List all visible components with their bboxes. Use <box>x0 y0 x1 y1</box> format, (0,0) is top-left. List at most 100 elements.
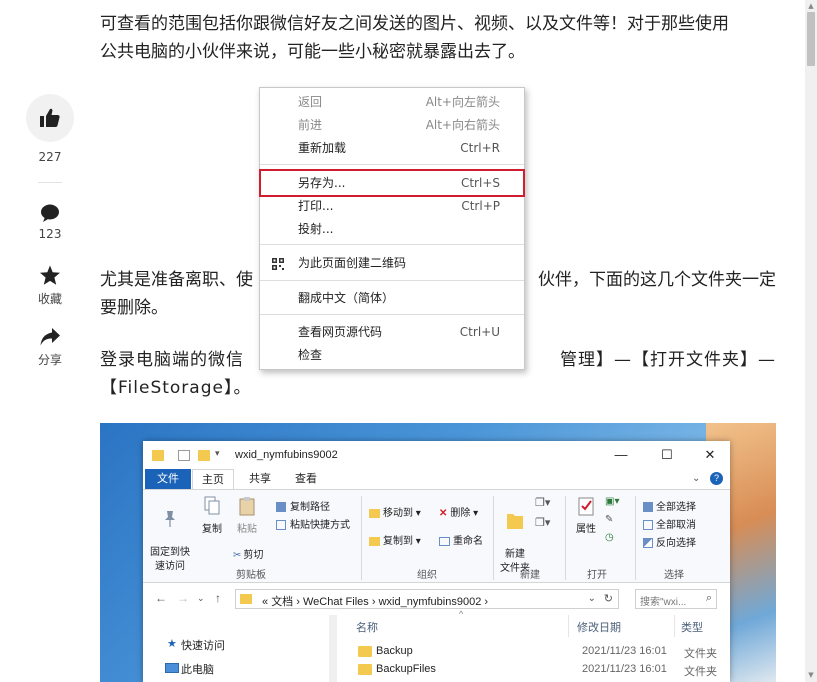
column-divider <box>568 615 569 637</box>
menu-item-reload[interactable]: 重新加载 Ctrl+R <box>260 137 524 160</box>
menu-item-save-as[interactable]: 另存为... Ctrl+S <box>259 169 525 197</box>
cut-button[interactable]: ✂ 剪切 <box>233 546 263 561</box>
select-none-label: 全部取消 <box>656 520 696 531</box>
file-row[interactable]: Backup 2021/11/23 16:01 文件夹 <box>346 643 730 661</box>
menu-separator <box>260 280 524 281</box>
nav-this-pc[interactable]: 此电脑 <box>181 661 214 677</box>
history-icon[interactable]: ◷ <box>605 532 614 543</box>
rail-divider <box>38 182 62 183</box>
paste-shortcut-icon <box>276 520 286 531</box>
menu-item-translate[interactable]: 翻成中文（简体） <box>260 287 524 310</box>
easy-access-icon[interactable]: ❐▾ <box>535 516 550 529</box>
select-all-button[interactable]: 全部选择 <box>643 498 696 513</box>
para3-line2: 【FileStorage】。 <box>100 378 252 398</box>
scroll-up-arrow-icon[interactable]: ▲ <box>807 2 815 10</box>
paste-button[interactable]: 粘贴 <box>232 496 262 535</box>
tab-view[interactable]: 查看 <box>289 469 323 489</box>
menu-item-label: 前进 <box>298 118 323 132</box>
breadcrumb-wechat-files[interactable]: WeChat Files <box>303 596 369 608</box>
close-icon[interactable]: ✕ <box>695 445 725 465</box>
rename-button[interactable]: 重命名 <box>439 532 483 547</box>
tab-home[interactable]: 主页 <box>192 469 234 489</box>
edit-icon[interactable]: ✎ <box>605 514 613 525</box>
ribbon: 固定到快 速访问 复制 粘贴 复制路径 粘贴快捷方式 ✂ 剪切 剪贴板 移动到 ▾… <box>143 489 730 583</box>
pin-quick-access-button[interactable]: 固定到快 速访问 <box>149 496 191 574</box>
move-to-button[interactable]: 移动到 ▾ <box>369 504 421 519</box>
new-folder-qa-icon[interactable] <box>198 450 210 461</box>
copy-path-button[interactable]: 复制路径 <box>276 498 330 513</box>
tab-file[interactable]: 文件 <box>145 469 191 489</box>
menu-item-view-source[interactable]: 查看网页源代码 Ctrl+U <box>260 321 524 344</box>
pin-quick-access-label: 固定到快 速访问 <box>150 547 190 572</box>
computer-icon <box>165 663 179 673</box>
file-row[interactable]: BackupFiles 2021/11/23 16:01 文件夹 <box>346 661 730 679</box>
forward-arrow-icon[interactable]: → <box>177 591 189 605</box>
copy-to-icon <box>369 536 380 546</box>
para3-line1-left: 登录电脑端的微信 <box>100 350 244 370</box>
delete-button[interactable]: ✕ 删除 ▾ <box>439 504 478 519</box>
properties-button[interactable]: 属性 <box>571 496 601 535</box>
scrollbar-thumb[interactable] <box>807 12 815 66</box>
share-button[interactable] <box>38 326 62 348</box>
favorite-button[interactable] <box>38 264 62 286</box>
back-arrow-icon[interactable]: ← <box>155 591 167 605</box>
menu-item-label: 重新加载 <box>298 141 347 155</box>
copy-button[interactable]: 复制 <box>197 496 227 535</box>
menu-item-label: 为此页面创建二维码 <box>298 256 407 270</box>
new-folder-button[interactable]: 新建 文件夹 <box>497 496 533 576</box>
menu-item-shortcut: Ctrl+P <box>461 199 500 213</box>
page-scrollbar[interactable]: ▲ ▼ <box>805 0 817 682</box>
move-to-icon <box>369 508 380 518</box>
column-name[interactable]: 名称 <box>356 619 378 635</box>
thumbs-up-icon <box>40 108 60 127</box>
nav-scrollbar[interactable] <box>329 615 337 682</box>
like-button[interactable] <box>26 94 74 142</box>
tab-share[interactable]: 共享 <box>243 469 277 489</box>
refresh-icon[interactable]: ↻ <box>604 592 613 605</box>
menu-item-create-qr[interactable]: 为此页面创建二维码 <box>260 252 524 275</box>
comment-button[interactable] <box>38 202 62 224</box>
select-all-label: 全部选择 <box>656 502 696 513</box>
properties-qa-icon[interactable] <box>178 450 190 461</box>
menu-item-back[interactable]: 返回 Alt+向左箭头 <box>260 91 524 114</box>
file-modified: 2021/11/23 16:01 <box>582 663 667 675</box>
address-dropdown-icon[interactable]: ⌄ <box>588 593 596 604</box>
up-arrow-icon[interactable]: ↑ <box>215 591 221 605</box>
scroll-down-arrow-icon[interactable]: ▼ <box>807 671 815 679</box>
menu-item-print[interactable]: 打印... Ctrl+P <box>260 195 524 218</box>
folder-icon <box>152 450 164 461</box>
customize-qa-icon[interactable]: ▾ <box>215 448 220 459</box>
organize-group-label: 组织 <box>417 570 437 581</box>
column-type[interactable]: 类型 <box>681 619 703 635</box>
maximize-icon[interactable]: ☐ <box>652 445 682 465</box>
breadcrumb-overflow[interactable]: « <box>262 596 268 608</box>
recent-chevron-icon[interactable]: ⌄ <box>197 593 205 604</box>
menu-item-shortcut: Ctrl+R <box>460 141 500 155</box>
copy-icon <box>204 496 220 515</box>
menu-separator <box>260 244 524 245</box>
menu-item-shortcut: Ctrl+U <box>459 325 500 339</box>
menu-item-forward[interactable]: 前进 Alt+向右箭头 <box>260 114 524 137</box>
share-arrow-icon <box>40 328 60 346</box>
open-icon[interactable]: ▣▾ <box>605 496 619 507</box>
column-modified[interactable]: 修改日期 <box>577 619 621 635</box>
breadcrumb-wxid-folder[interactable]: wxid_nymfubins9002 <box>379 596 482 608</box>
help-icon[interactable]: ? <box>710 472 723 485</box>
copy-to-button[interactable]: 复制到 ▾ <box>369 532 421 547</box>
new-item-icon[interactable]: ❐▾ <box>535 496 550 509</box>
minimize-icon[interactable]: — <box>606 445 636 465</box>
cut-label: 剪切 <box>243 550 264 561</box>
menu-item-cast[interactable]: 投射... <box>260 218 524 241</box>
chevron-down-icon[interactable]: ⌄ <box>692 473 700 484</box>
menu-item-inspect[interactable]: 检查 <box>260 344 524 367</box>
invert-selection-button[interactable]: 反向选择 <box>643 534 696 549</box>
address-bar[interactable]: « 文档 › WeChat Files › wxid_nymfubins9002… <box>235 589 619 609</box>
breadcrumb-documents[interactable]: 文档 <box>271 596 293 608</box>
nav-quick-access[interactable]: 快速访问 <box>181 637 225 653</box>
paste-shortcut-button[interactable]: 粘贴快捷方式 <box>276 516 350 531</box>
properties-label: 属性 <box>576 524 596 535</box>
select-none-button[interactable]: 全部取消 <box>643 516 696 531</box>
search-input[interactable]: 搜索"wxi... ⌕ <box>635 589 717 609</box>
folder-icon <box>358 664 372 675</box>
para1-line1: 可查看的范围包括你跟微信好友之间发送的图片、视频、以及文件等！对于那些使用 <box>100 14 729 34</box>
